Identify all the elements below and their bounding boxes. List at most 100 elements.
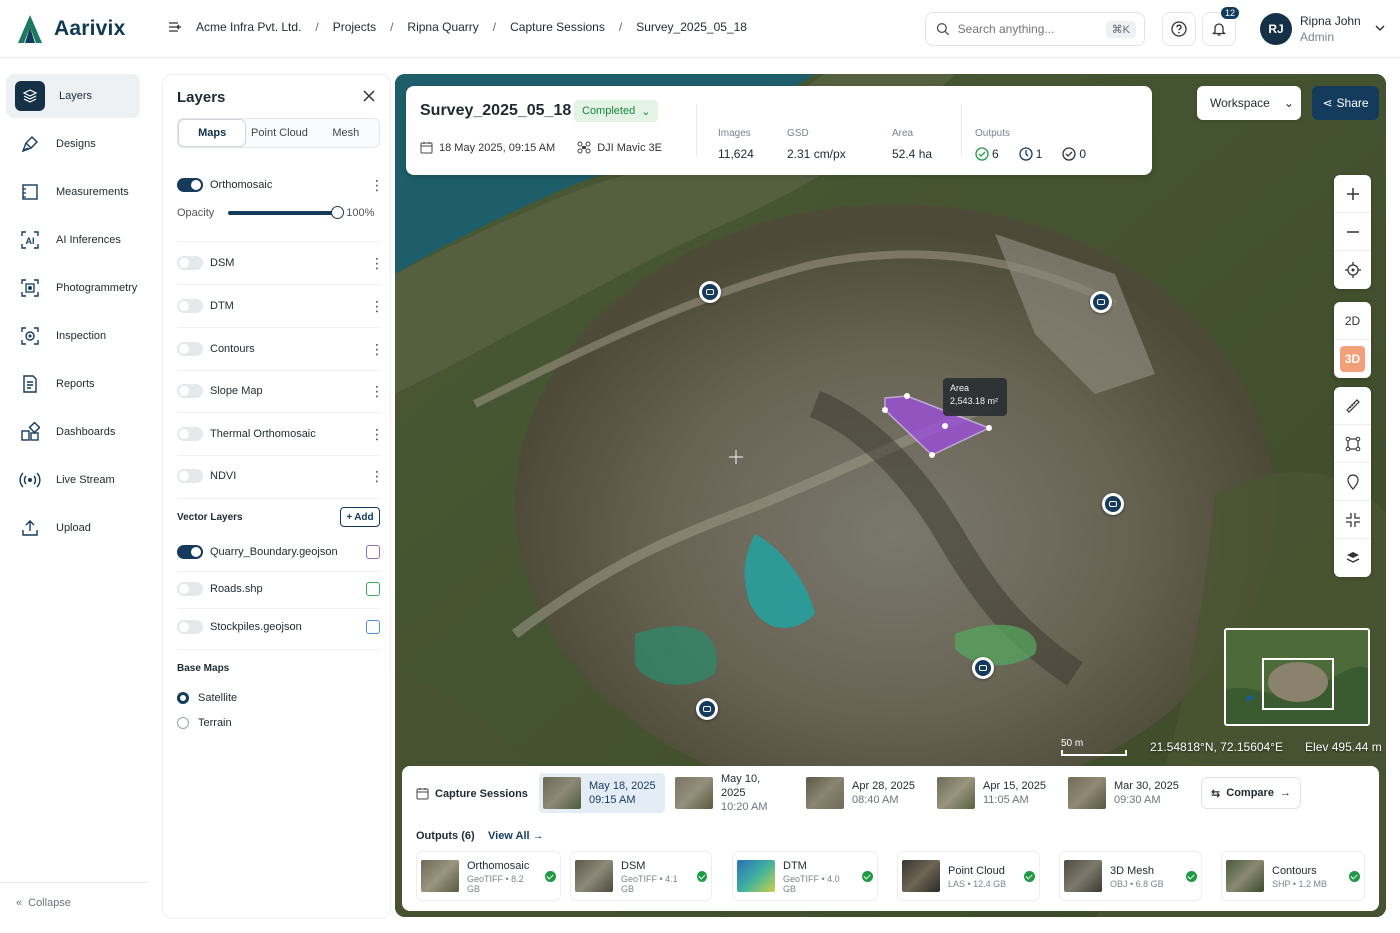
vector-toggle[interactable] — [177, 620, 203, 634]
layer-toggle[interactable] — [177, 469, 203, 483]
compare-button[interactable]: ⇆ Compare → — [1201, 777, 1301, 809]
2d-button[interactable]: 2D — [1334, 302, 1371, 340]
vector-toggle[interactable] — [177, 582, 203, 596]
search-icon — [936, 22, 950, 36]
zoom-in-button[interactable] — [1334, 175, 1371, 213]
basemap-terrain[interactable]: Terrain — [177, 708, 380, 738]
map-viewport[interactable]: Area 2,543.18 m² Survey_2025_05_18 Compl… — [395, 74, 1386, 917]
vector-color-checkbox[interactable] — [366, 582, 380, 596]
photo-marker[interactable] — [972, 657, 994, 679]
sidebar-item-ai-inferences[interactable]: AI AI Inferences — [6, 218, 140, 262]
outputs-processing[interactable]: 1 — [1019, 147, 1043, 161]
layer-toggle[interactable] — [177, 427, 203, 441]
outputs-processing-count: 1 — [1035, 147, 1043, 161]
sidebar-item-dashboards[interactable]: Dashboards — [6, 410, 140, 454]
marker-tool[interactable] — [1334, 463, 1371, 501]
double-chevron-left-icon: « — [16, 897, 23, 909]
layer-toggle[interactable] — [177, 178, 203, 192]
plus-icon — [1346, 187, 1359, 200]
breadcrumb-project[interactable]: Ripna Quarry — [407, 20, 478, 34]
status-badge[interactable]: Completed ⌄ — [574, 100, 659, 122]
outputs-done[interactable]: 6 — [975, 147, 999, 161]
output-card[interactable]: 3D Mesh OBJ • 6.8 GB — [1059, 851, 1202, 901]
layer-toggle[interactable] — [177, 299, 203, 313]
view-all-link[interactable]: View All → — [488, 830, 544, 842]
kebab-menu-icon[interactable]: ⋮ — [370, 342, 384, 356]
opacity-slider[interactable] — [228, 206, 345, 219]
tab-point-cloud[interactable]: Point Cloud — [246, 119, 312, 147]
sidebar-item-layers[interactable]: Layers — [6, 74, 140, 118]
radio-button[interactable] — [177, 717, 189, 729]
sidebar-item-measurements[interactable]: Measurements — [6, 170, 140, 214]
search-box[interactable]: ⌘K — [925, 12, 1145, 46]
sidebar-item-inspection[interactable]: Inspection — [6, 314, 140, 358]
kebab-menu-icon[interactable]: ⋮ — [370, 384, 384, 398]
output-meta: GeoTIFF • 4.0 GB — [783, 874, 840, 894]
breadcrumb-projects[interactable]: Projects — [333, 20, 376, 34]
minimap-viewport[interactable] — [1262, 658, 1334, 710]
help-button[interactable] — [1162, 12, 1196, 46]
photo-marker[interactable] — [699, 281, 721, 303]
output-card[interactable]: DTM GeoTIFF • 4.0 GB — [732, 851, 878, 901]
vector-color-checkbox[interactable] — [366, 620, 380, 634]
search-input[interactable] — [957, 22, 1098, 36]
kebab-menu-icon[interactable]: ⋮ — [370, 469, 384, 483]
kebab-menu-icon[interactable]: ⋮ — [370, 427, 384, 441]
kebab-menu-icon[interactable]: ⋮ — [370, 178, 384, 192]
fit-tool[interactable] — [1334, 501, 1371, 539]
add-vector-button[interactable]: + Add — [340, 507, 380, 527]
avatar[interactable]: RJ — [1260, 13, 1292, 45]
polygon-tool[interactable] — [1334, 425, 1371, 463]
slider-handle[interactable] — [331, 206, 345, 219]
photo-marker[interactable] — [1090, 291, 1112, 313]
user-menu[interactable]: Ripna John Admin — [1300, 13, 1361, 45]
basemap-name: Terrain — [198, 717, 232, 729]
output-card[interactable]: DSM GeoTIFF • 4.1 GB — [570, 851, 712, 901]
bell-icon — [1211, 23, 1227, 36]
output-card[interactable]: Contours SHP • 1.2 MB — [1221, 851, 1365, 901]
breadcrumb-sessions[interactable]: Capture Sessions — [510, 20, 605, 34]
locate-button[interactable] — [1334, 251, 1371, 289]
outputs-failed[interactable]: 0 — [1062, 147, 1086, 161]
zoom-out-button[interactable] — [1334, 213, 1371, 251]
sidebar-item-designs[interactable]: Designs — [6, 122, 140, 166]
app-logo[interactable]: Aarivix — [16, 14, 125, 44]
collapse-button[interactable]: « Collapse — [0, 882, 148, 909]
output-card[interactable]: Orthomosaic GeoTIFF • 8.2 GB — [416, 851, 561, 901]
ruler-tool[interactable] — [1334, 387, 1371, 425]
photo-marker[interactable] — [696, 698, 718, 720]
notifications-button[interactable]: 12 — [1202, 7, 1239, 46]
3d-button[interactable]: 3D — [1340, 346, 1365, 372]
sidebar-item-upload[interactable]: Upload — [6, 506, 140, 550]
sidebar-item-live-stream[interactable]: Live Stream — [6, 458, 140, 502]
vector-color-checkbox[interactable] — [366, 545, 380, 559]
kebab-menu-icon[interactable]: ⋮ — [370, 256, 384, 270]
sidebar-item-label: Inspection — [56, 330, 107, 342]
session-item[interactable]: Mar 30, 2025 09:30 AM — [1064, 773, 1184, 813]
output-card[interactable]: Point Cloud LAS • 12.4 GB — [897, 851, 1040, 901]
session-item[interactable]: Apr 15, 2025 11:05 AM — [933, 773, 1053, 813]
close-icon[interactable] — [360, 87, 378, 105]
workspace-dropdown[interactable]: Workspace ⌄ — [1197, 86, 1301, 120]
chevron-down-icon[interactable] — [1374, 24, 1386, 32]
layer-toggle[interactable] — [177, 256, 203, 270]
minimap[interactable] — [1224, 628, 1370, 726]
tab-maps[interactable]: Maps — [178, 119, 247, 147]
vector-toggle[interactable] — [177, 545, 203, 559]
session-item[interactable]: May 10, 2025 10:20 AM — [671, 773, 791, 813]
share-button[interactable]: ⋖ Share — [1312, 86, 1379, 120]
layers-tool[interactable] — [1334, 539, 1371, 577]
menu-toggle-icon[interactable] — [168, 21, 182, 33]
layer-tabs: Maps Point Cloud Mesh — [177, 118, 380, 148]
kebab-menu-icon[interactable]: ⋮ — [370, 299, 384, 313]
radio-button[interactable] — [177, 692, 189, 704]
tab-mesh[interactable]: Mesh — [313, 119, 379, 147]
session-item[interactable]: May 18, 2025 09:15 AM — [539, 773, 665, 813]
sidebar-item-photogrammetry[interactable]: Photogrammetry — [6, 266, 140, 310]
layer-toggle[interactable] — [177, 342, 203, 356]
photo-marker[interactable] — [1102, 493, 1124, 515]
sidebar-item-reports[interactable]: Reports — [6, 362, 140, 406]
session-item[interactable]: Apr 28, 2025 08:40 AM — [802, 773, 922, 813]
breadcrumb-org[interactable]: Acme Infra Pvt. Ltd. — [196, 20, 301, 34]
layer-toggle[interactable] — [177, 384, 203, 398]
